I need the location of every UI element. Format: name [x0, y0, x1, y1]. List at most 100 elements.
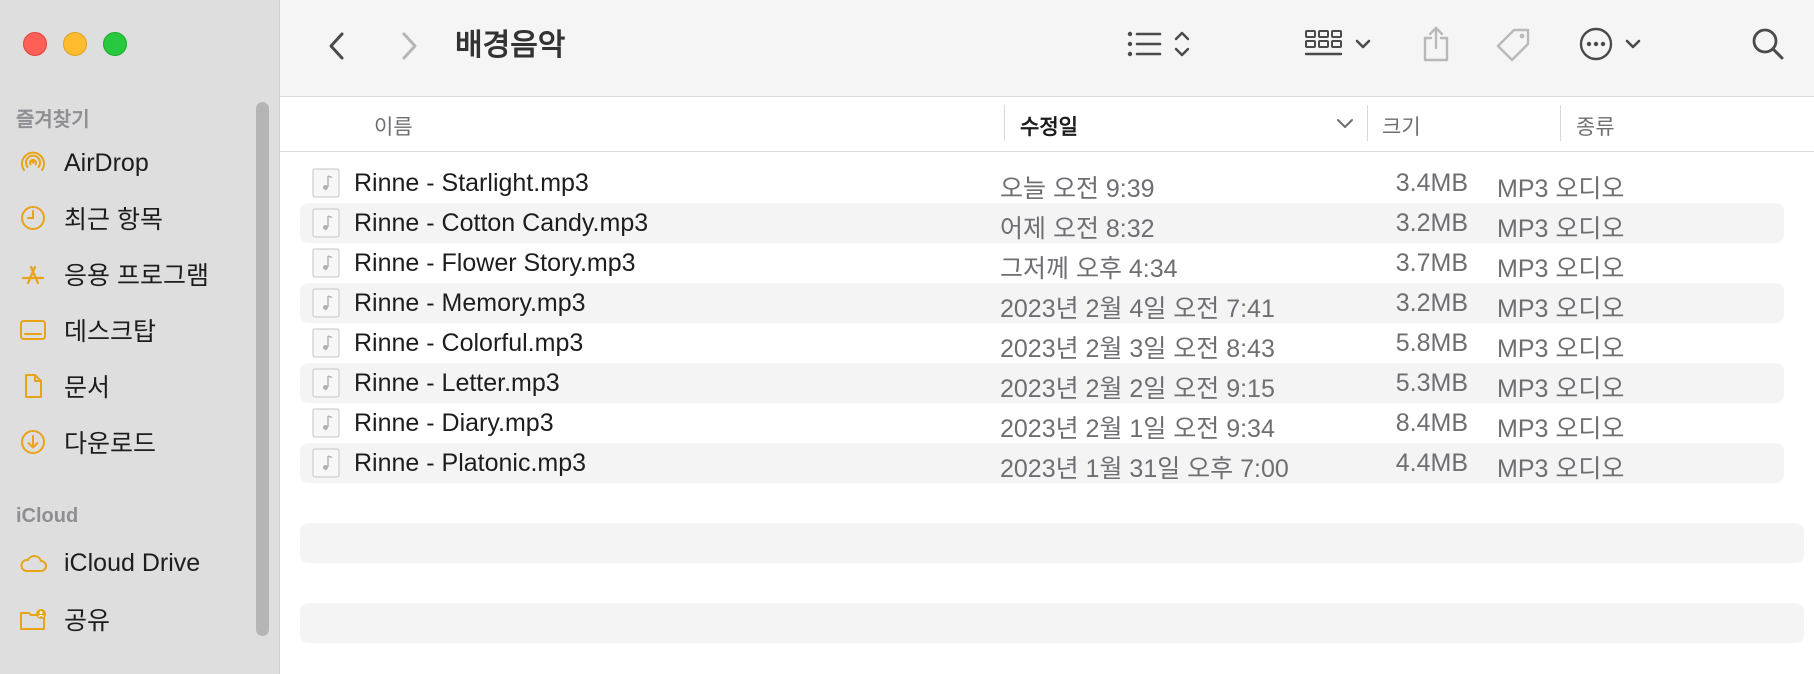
- file-name: Rinne - Diary.mp3: [354, 409, 554, 437]
- file-kind: MP3 오디오: [1497, 375, 1625, 403]
- table-row[interactable]: Rinne - Memory.mp3 2023년 2월 4일 오전 7:41 3…: [300, 283, 1784, 323]
- tag-icon: [1496, 28, 1530, 62]
- chevron-down-icon: [1337, 119, 1353, 128]
- file-size: 5.8MB: [1395, 329, 1468, 357]
- audio-file-icon: [312, 208, 340, 238]
- sidebar-item-label: AirDrop: [64, 148, 149, 177]
- view-options-button[interactable]: [1126, 24, 1202, 64]
- file-modified: 오늘 오전 9:39: [1000, 175, 1155, 203]
- column-modified-header[interactable]: 수정일: [1020, 111, 1078, 141]
- column-kind-header[interactable]: 종류: [1576, 111, 1615, 141]
- file-name: Rinne - Platonic.mp3: [354, 449, 587, 477]
- sidebar-item-label: 데스크탑: [64, 318, 157, 346]
- icloud-section-label: iCloud: [16, 505, 79, 527]
- column-size-header[interactable]: 크기: [1382, 111, 1421, 141]
- toolbar: 배경음악: [280, 0, 1814, 97]
- file-size: 3.2MB: [1395, 209, 1468, 237]
- file-name: Rinne - Starlight.mp3: [354, 169, 589, 197]
- minimize-window-button[interactable]: [63, 32, 87, 56]
- sidebar-item-applications[interactable]: 응용 프로그램: [18, 254, 258, 294]
- file-name: Rinne - Memory.mp3: [354, 289, 586, 317]
- grid-group-icon: [1304, 30, 1371, 56]
- file-kind: MP3 오디오: [1497, 415, 1625, 443]
- audio-file-icon: [312, 368, 340, 398]
- file-kind: MP3 오디오: [1497, 295, 1625, 323]
- column-name-header[interactable]: 이름: [374, 111, 413, 141]
- sidebar-item-label: 최근 항목: [64, 206, 163, 234]
- document-icon: [18, 369, 52, 403]
- file-modified: 어제 오전 8:32: [1000, 215, 1155, 243]
- sidebar-item-downloads[interactable]: 다운로드: [18, 422, 258, 462]
- audio-file-icon: [312, 248, 340, 278]
- chevron-left-icon: [329, 32, 344, 60]
- file-name: Rinne - Letter.mp3: [354, 369, 560, 397]
- sidebar-scrollbar[interactable]: [256, 102, 269, 636]
- group-button[interactable]: [1302, 24, 1382, 64]
- sidebar-item-label: iCloud Drive: [64, 548, 201, 577]
- ellipsis-circle-icon: [1579, 27, 1641, 61]
- sort-descending-indicator[interactable]: [1332, 111, 1358, 137]
- empty-row-stripe: [300, 603, 1804, 643]
- desktop-icon: [18, 313, 52, 347]
- file-size: 3.4MB: [1395, 169, 1468, 197]
- clock-icon: [18, 201, 52, 235]
- cloud-icon: [18, 546, 52, 580]
- tag-button[interactable]: [1492, 24, 1536, 64]
- applications-icon: [18, 257, 52, 291]
- audio-file-icon: [312, 288, 340, 318]
- table-row[interactable]: Rinne - Starlight.mp3 오늘 오전 9:39 3.4MB M…: [300, 163, 1784, 203]
- column-header: 이름 수정일 크기 종류: [280, 97, 1814, 152]
- file-kind: MP3 오디오: [1497, 255, 1625, 283]
- favorites-section-label: 즐겨찾기: [16, 109, 90, 131]
- table-row[interactable]: Rinne - Diary.mp3 2023년 2월 1일 오전 9:34 8.…: [300, 403, 1784, 443]
- table-row[interactable]: Rinne - Cotton Candy.mp3 어제 오전 8:32 3.2M…: [300, 203, 1784, 243]
- zoom-window-button[interactable]: [103, 32, 127, 56]
- file-size: 8.4MB: [1395, 409, 1468, 437]
- more-actions-button[interactable]: [1578, 24, 1648, 64]
- column-divider[interactable]: [1367, 105, 1368, 141]
- sidebar-item-shared[interactable]: 공유: [18, 599, 258, 639]
- share-icon: [1423, 26, 1449, 62]
- file-name: Rinne - Flower Story.mp3: [354, 249, 636, 277]
- file-modified: 그저께 오후 4:34: [1000, 255, 1178, 283]
- sidebar-item-desktop[interactable]: 데스크탑: [18, 310, 258, 350]
- table-row[interactable]: Rinne - Colorful.mp3 2023년 2월 3일 오전 8:43…: [300, 323, 1784, 363]
- table-row[interactable]: Rinne - Flower Story.mp3 그저께 오후 4:34 3.7…: [300, 243, 1784, 283]
- file-size: 3.2MB: [1395, 289, 1468, 317]
- file-kind: MP3 오디오: [1497, 455, 1625, 483]
- sidebar-item-icloud-drive[interactable]: iCloud Drive: [18, 543, 258, 583]
- back-button[interactable]: [322, 26, 352, 66]
- sidebar-item-label: 응용 프로그램: [64, 262, 209, 290]
- file-size: 4.4MB: [1395, 449, 1468, 477]
- sidebar-item-label: 문서: [64, 374, 111, 402]
- empty-row-stripe: [300, 523, 1804, 563]
- file-kind: MP3 오디오: [1497, 175, 1625, 203]
- sidebar-item-airdrop[interactable]: AirDrop: [18, 143, 258, 183]
- search-button[interactable]: [1748, 24, 1788, 64]
- close-window-button[interactable]: [23, 32, 47, 56]
- sidebar-item-label: 공유: [64, 607, 111, 635]
- sidebar: 즐겨찾기 AirDrop 최근 항목 응용 프로그램 데스크탑 문서 다운로드 …: [0, 0, 280, 674]
- sidebar-item-label: 다운로드: [64, 430, 157, 458]
- column-divider[interactable]: [1004, 105, 1005, 141]
- sidebar-item-recents[interactable]: 최근 항목: [18, 198, 258, 238]
- file-size: 3.7MB: [1395, 249, 1468, 277]
- audio-file-icon: [312, 328, 340, 358]
- forward-button[interactable]: [394, 26, 424, 66]
- file-name: Rinne - Cotton Candy.mp3: [354, 209, 649, 237]
- airdrop-icon: [18, 146, 52, 180]
- shared-folder-icon: [18, 602, 52, 636]
- file-kind: MP3 오디오: [1497, 215, 1625, 243]
- finder-window: 즐겨찾기 AirDrop 최근 항목 응용 프로그램 데스크탑 문서 다운로드 …: [0, 0, 1814, 674]
- column-divider[interactable]: [1560, 105, 1561, 141]
- download-icon: [18, 425, 52, 459]
- table-row[interactable]: Rinne - Platonic.mp3 2023년 1월 31일 오후 7:0…: [300, 443, 1784, 483]
- file-name: Rinne - Colorful.mp3: [354, 329, 584, 357]
- folder-title: 배경음악: [455, 29, 566, 62]
- table-row[interactable]: Rinne - Letter.mp3 2023년 2월 2일 오전 9:15 5…: [300, 363, 1784, 403]
- sidebar-item-documents[interactable]: 문서: [18, 366, 258, 406]
- audio-file-icon: [312, 408, 340, 438]
- share-button[interactable]: [1416, 22, 1456, 66]
- chevron-right-icon: [402, 32, 417, 60]
- audio-file-icon: [312, 448, 340, 478]
